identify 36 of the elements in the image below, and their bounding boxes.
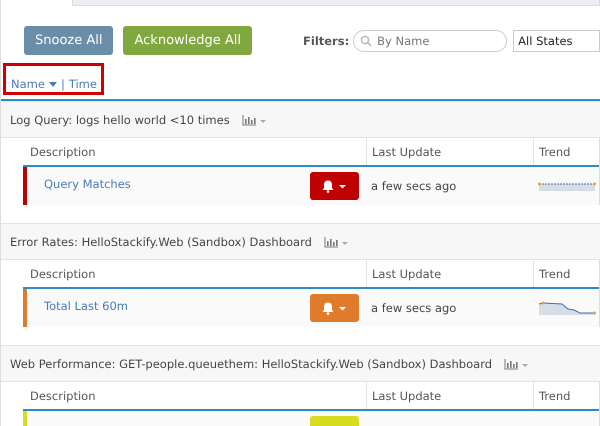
bell-icon <box>322 301 348 315</box>
trend-sparkline <box>538 180 596 192</box>
group-title: Log Query: logs hello world <10 times <box>10 112 230 126</box>
bar-chart-icon[interactable] <box>504 358 530 370</box>
last-update-text: a few secs ago <box>371 179 456 193</box>
monitor-link[interactable]: Query Matches <box>44 177 131 191</box>
group-title: Web Performance: GET-people.queuethem: HelloStackify.Web (Sandbox) Dashboard <box>10 356 492 370</box>
group-title: Error Rates: HelloStackify.Web (Sandbox) Dashboard <box>10 234 312 248</box>
column-header: Last Update <box>366 260 533 287</box>
search-icon <box>360 34 372 46</box>
column-header: Description <box>29 388 96 404</box>
alert-button[interactable] <box>310 172 359 200</box>
alert-button[interactable] <box>310 294 359 322</box>
bar-chart-icon[interactable] <box>324 236 350 248</box>
column-header: Trend <box>533 138 599 165</box>
monitor-link[interactable]: Total Last 60m <box>44 299 128 313</box>
filters-label: Filters: <box>303 34 350 48</box>
sort-time-link[interactable]: Time <box>68 77 97 91</box>
separator: | <box>60 77 65 91</box>
search-field[interactable]: By Name <box>353 30 508 52</box>
caret-icon <box>48 82 57 86</box>
column-header: Description <box>29 266 96 282</box>
column-header: Last Update <box>366 382 533 409</box>
search-input[interactable]: By Name <box>377 34 498 48</box>
column-header: Trend <box>533 260 599 287</box>
column-header: Trend <box>533 382 599 409</box>
state-dropdown[interactable]: All States <box>513 30 600 52</box>
toolbar-button[interactable]: Snooze All <box>24 26 114 55</box>
column-header: Description <box>29 144 96 160</box>
last-update-text: a few secs ago <box>371 301 456 315</box>
bar-chart-icon[interactable] <box>242 114 268 126</box>
trend-sparkline <box>538 301 596 315</box>
column-header: Last Update <box>366 138 533 165</box>
bell-icon <box>322 179 348 193</box>
sort-name-link[interactable]: Name <box>11 77 45 91</box>
toolbar-button[interactable]: Acknowledge All <box>123 26 252 55</box>
